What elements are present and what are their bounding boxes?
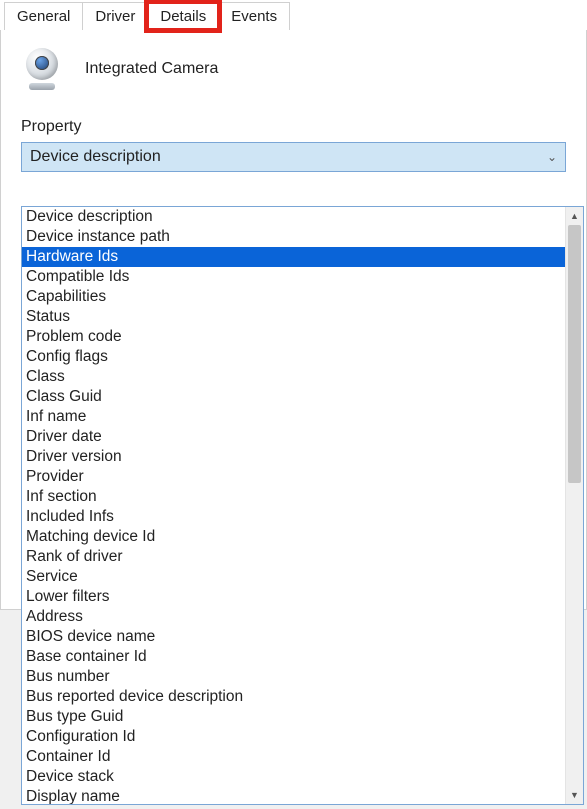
device-header: Integrated Camera <box>21 48 566 90</box>
dropdown-option[interactable]: Matching device Id <box>22 527 565 547</box>
dropdown-option[interactable]: Class Guid <box>22 387 565 407</box>
dropdown-option[interactable]: Config flags <box>22 347 565 367</box>
tab-details[interactable]: Details <box>147 2 219 30</box>
dropdown-option[interactable]: BIOS device name <box>22 627 565 647</box>
dropdown-option[interactable]: Problem code <box>22 327 565 347</box>
dropdown-option[interactable]: Address <box>22 607 565 627</box>
tab-driver[interactable]: Driver <box>82 2 148 30</box>
dropdown-option[interactable]: Device description <box>22 207 565 227</box>
scroll-track[interactable] <box>566 225 583 786</box>
device-name: Integrated Camera <box>85 60 218 78</box>
dropdown-option[interactable]: Container Id <box>22 747 565 767</box>
dropdown-option[interactable]: Capabilities <box>22 287 565 307</box>
tab-bar: General Driver Details Events <box>0 0 587 30</box>
tab-events[interactable]: Events <box>218 2 290 30</box>
dropdown-option[interactable]: Configuration Id <box>22 727 565 747</box>
dropdown-option[interactable]: Lower filters <box>22 587 565 607</box>
dropdown-option[interactable]: Class <box>22 367 565 387</box>
dropdown-option[interactable]: Driver date <box>22 427 565 447</box>
details-panel: Integrated Camera Property Device descri… <box>0 30 587 610</box>
dropdown-option[interactable]: Bus number <box>22 667 565 687</box>
dropdown-option[interactable]: Device stack <box>22 767 565 787</box>
property-select-value: Device description <box>30 148 161 166</box>
dropdown-option[interactable]: Compatible Ids <box>22 267 565 287</box>
dropdown-option[interactable]: Base container Id <box>22 647 565 667</box>
dropdown-option[interactable]: Service <box>22 567 565 587</box>
dropdown-option[interactable]: Inf section <box>22 487 565 507</box>
property-dropdown: Device descriptionDevice instance pathHa… <box>21 206 584 805</box>
dropdown-option[interactable]: Inf name <box>22 407 565 427</box>
property-select[interactable]: Device description ⌄ <box>21 142 566 172</box>
scroll-thumb[interactable] <box>568 225 581 483</box>
tab-general[interactable]: General <box>4 2 83 30</box>
property-label: Property <box>21 118 566 136</box>
dropdown-option[interactable]: Hardware Ids <box>22 247 565 267</box>
scroll-up-icon[interactable]: ▲ <box>566 207 583 225</box>
dropdown-option[interactable]: Driver version <box>22 447 565 467</box>
dropdown-option[interactable]: Status <box>22 307 565 327</box>
dropdown-option[interactable]: Provider <box>22 467 565 487</box>
dropdown-option[interactable]: Rank of driver <box>22 547 565 567</box>
scrollbar[interactable]: ▲ ▼ <box>565 207 583 804</box>
chevron-down-icon: ⌄ <box>547 150 557 164</box>
dropdown-option[interactable]: Device instance path <box>22 227 565 247</box>
dropdown-option[interactable]: Bus type Guid <box>22 707 565 727</box>
dropdown-options: Device descriptionDevice instance pathHa… <box>22 207 565 804</box>
dropdown-option[interactable]: Included Infs <box>22 507 565 527</box>
scroll-down-icon[interactable]: ▼ <box>566 786 583 804</box>
camera-icon <box>21 48 63 90</box>
dropdown-option[interactable]: Bus reported device description <box>22 687 565 707</box>
dropdown-option[interactable]: Display name <box>22 787 565 804</box>
